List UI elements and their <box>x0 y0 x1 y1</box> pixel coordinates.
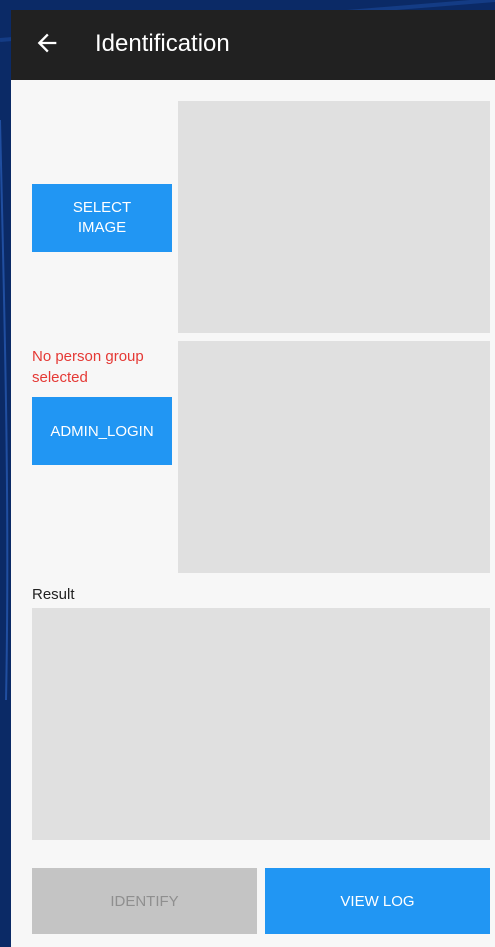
page-title: Identification <box>95 30 230 57</box>
no-group-warning: No person group selected <box>32 348 144 386</box>
arrow-back-icon[interactable] <box>33 29 61 57</box>
app-bar: Identification <box>11 10 495 80</box>
result-panel <box>32 608 490 840</box>
select-image-button[interactable]: SELECT IMAGE <box>32 184 172 252</box>
view-log-button[interactable]: VIEW LOG <box>265 868 490 934</box>
result-label: Result <box>32 586 75 603</box>
selected-image-preview <box>178 101 490 333</box>
app-screen: Identification SELECT IMAGE No person gr… <box>11 10 495 947</box>
admin-login-button[interactable]: ADMIN_LOGIN <box>32 397 172 465</box>
identify-button[interactable]: IDENTIFY <box>32 868 257 934</box>
person-group-preview <box>178 341 490 573</box>
